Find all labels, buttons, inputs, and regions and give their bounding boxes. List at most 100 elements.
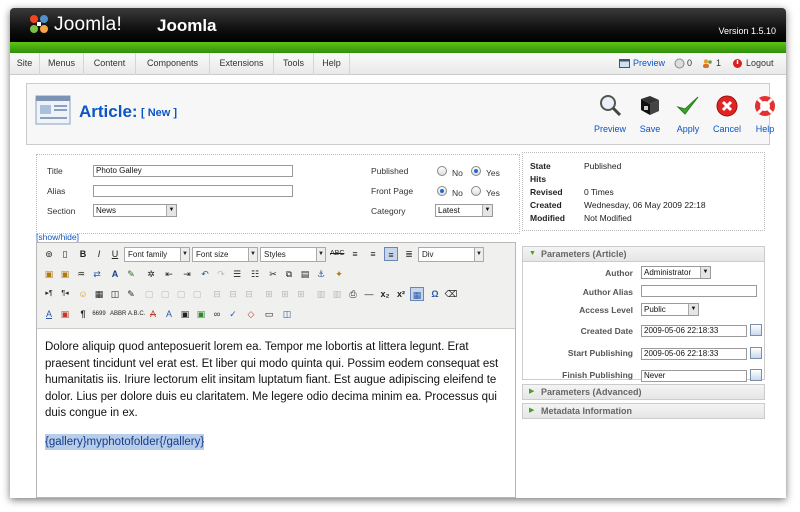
anchor-icon[interactable]: ⚓ [314,267,328,281]
outdent-icon[interactable]: ⇤ [162,267,176,281]
title-input[interactable]: Photo Galley [93,165,293,177]
paste-text-icon[interactable]: ▣ [58,267,72,281]
author-alias-input[interactable] [641,285,757,297]
frontpage-yes-radio[interactable] [471,186,481,196]
block-format-select[interactable]: Div ▼ [418,247,484,262]
underline-icon[interactable]: U [108,247,122,261]
menu-tools[interactable]: Tools [274,53,314,75]
abbreviation-icon[interactable]: ▣ [58,307,72,321]
calendar-icon[interactable] [750,324,762,336]
menu-content[interactable]: Content [84,53,136,75]
admin-window: Joomla! Joomla Version 1.5.10 Site Menus… [10,8,786,498]
subscript-icon[interactable]: x₂ [378,287,392,301]
insert-table-icon[interactable]: ▦ [410,287,424,301]
logout-link[interactable]: Logout [746,53,774,75]
find-icon[interactable]: ♒ [74,267,88,281]
metadata-information-header[interactable]: ▶ Metadata Information [522,403,765,419]
menu-help[interactable]: Help [314,53,350,75]
frontpage-no-radio[interactable] [437,186,447,196]
apply-button[interactable]: Apply [668,92,708,138]
align-left-icon[interactable]: ≡ [348,247,362,261]
insert-text-icon[interactable]: A [162,307,176,321]
styles-select[interactable]: Styles ▼ [260,247,326,262]
menu-components[interactable]: Components [136,53,210,75]
show-hide-editor-link[interactable]: [show/hide] [36,232,79,242]
spellcheck-icon[interactable]: ✓ [226,307,240,321]
menu-site[interactable]: Site [10,53,40,75]
align-center-icon[interactable]: ≡ [366,247,380,261]
calendar-icon[interactable] [750,369,762,381]
save-button[interactable]: Save [630,92,670,138]
help-button[interactable]: Help [745,92,785,138]
help-circle-icon[interactable]: ⊚ [42,247,56,261]
preview-doc-icon[interactable]: ◫ [108,287,122,301]
menu-extensions[interactable]: Extensions [210,53,274,75]
align-justify-icon[interactable]: ≣ [402,247,416,261]
link-icon[interactable]: ∞ [210,307,224,321]
acronym-icon[interactable]: A.B.C. [128,307,145,321]
font-size-select[interactable]: Font size ▼ [192,247,258,262]
logout-icon [733,59,742,68]
paste-plain-icon[interactable]: ▤ [298,267,312,281]
editor-toolbar: ⊚ ▯ B I U Font family ▼ Font size ▼ Styles… [37,243,515,329]
nonbreaking-icon[interactable]: ¶ [76,307,90,321]
print-icon[interactable]: ⎙ [346,287,360,301]
edit-doc-icon[interactable]: ✎ [124,287,138,301]
highlight-color-icon[interactable]: ✎ [124,267,138,281]
bold-icon[interactable]: B [76,247,90,261]
published-no-radio[interactable] [437,166,447,176]
ordered-list-icon[interactable]: ☰ [230,267,244,281]
italic-icon[interactable]: I [92,247,106,261]
preview-site-link[interactable]: Preview [633,53,665,75]
indent-icon[interactable]: ⇥ [180,267,194,281]
abbr-icon[interactable]: ABBR [110,307,126,321]
cut-icon[interactable]: ✂ [266,267,280,281]
styles-props-icon[interactable]: A [42,307,56,321]
editor-content[interactable]: Dolore aliquip quod anteposuerit lorem e… [45,339,509,450]
unordered-list-icon[interactable]: ☷ [248,267,262,281]
font-color-icon[interactable]: A [108,267,122,281]
superscript-icon[interactable]: x² [394,287,408,301]
eraser-icon[interactable]: ⌫ [444,287,458,301]
font-family-select[interactable]: Font family ▼ [124,247,190,262]
access-level-select[interactable]: Public ▼ [641,303,699,316]
template-icon[interactable]: ◫ [280,307,294,321]
parameters-article-header[interactable]: ▼ Parameters (Article) [522,246,765,262]
replace-icon[interactable]: ⇄ [90,267,104,281]
category-select[interactable]: Latest ▼ [435,204,493,217]
alias-input[interactable] [93,185,293,197]
start-publishing-input[interactable]: 2009-05-06 22:18:33 [641,348,747,360]
finish-publishing-input[interactable]: Never [641,370,747,382]
ltr-icon[interactable]: ▸¶ [42,287,56,301]
move-layer-icon[interactable]: ▣ [194,307,208,321]
cleanup-brush-icon[interactable]: ✦ [332,267,346,281]
media-icon[interactable]: ▦ [92,287,106,301]
layer-icon[interactable]: ▣ [178,307,192,321]
copy-icon[interactable]: ⧉ [282,267,296,281]
horizontal-rule-icon[interactable]: — [362,287,376,301]
undo-icon[interactable]: ↶ [198,267,212,281]
html-source-icon[interactable]: ◇ [244,307,258,321]
cancel-button[interactable]: Cancel [707,92,747,138]
menu-menus[interactable]: Menus [40,53,84,75]
toolbar-row-4: A ▣ ¶ 6699 ABBR A.B.C. A A ▣ ▣ ∞ ✓ ◇ ▭ ◫ [40,305,514,323]
section-select[interactable]: News ▼ [93,204,177,217]
special-char-icon[interactable]: Ω [428,287,442,301]
delete-text-icon[interactable]: A [146,307,160,321]
rtl-icon[interactable]: ¶◂ [58,287,72,301]
preview-button[interactable]: Preview [590,92,630,138]
table-insert-row-icon: ▢ [160,289,170,299]
align-right-icon[interactable]: ≡ [384,247,398,261]
parameters-advanced-header[interactable]: ▶ Parameters (Advanced) [522,384,765,400]
published-yes-radio[interactable] [471,166,481,176]
emoticon-icon[interactable]: ☺ [76,287,90,301]
fullscreen-icon[interactable]: ▭ [262,307,276,321]
calendar-icon[interactable] [750,347,762,359]
strikethrough-icon[interactable]: ABC [330,247,344,261]
created-date-input[interactable]: 2009-05-06 22:18:33 [641,325,747,337]
cite-icon[interactable]: 6699 [92,307,106,321]
new-document-icon[interactable]: ▯ [58,247,72,261]
paste-icon[interactable]: ▣ [42,267,56,281]
author-select[interactable]: Administrator ▼ [641,266,711,279]
clean-up-icon[interactable]: ✲ [144,267,158,281]
